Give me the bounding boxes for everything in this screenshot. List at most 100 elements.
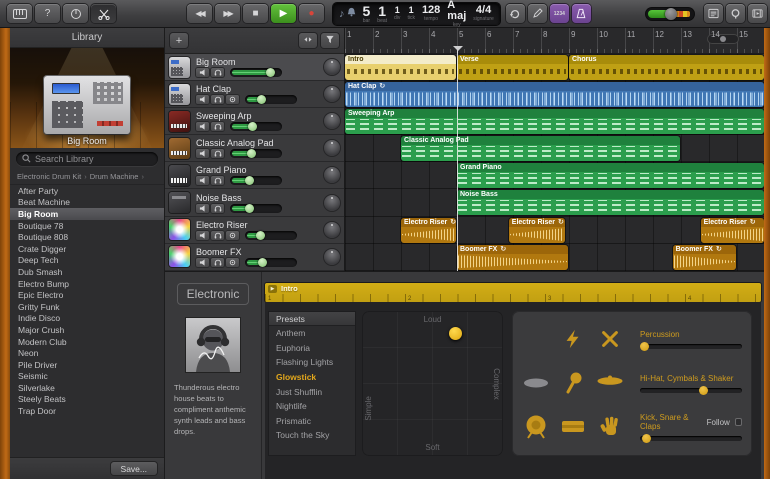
- library-item[interactable]: Trap Door: [10, 405, 164, 417]
- instrument-amount-slider[interactable]: [640, 434, 742, 443]
- solo-button[interactable]: [211, 203, 224, 213]
- editors-button[interactable]: [91, 4, 116, 23]
- library-item[interactable]: Indie Disco: [10, 313, 164, 325]
- breadcrumb-item[interactable]: Drum Machine: [90, 172, 139, 181]
- track-header[interactable]: Hat Clap: [165, 81, 344, 109]
- region-chorus[interactable]: Chorus: [569, 55, 764, 80]
- library-item[interactable]: Silverlake: [10, 382, 164, 394]
- library-item[interactable]: After Party: [10, 185, 164, 197]
- mute-button[interactable]: [196, 122, 209, 132]
- preset-item[interactable]: Touch the Sky: [269, 428, 355, 443]
- pan-knob[interactable]: [324, 113, 340, 130]
- library-item[interactable]: Beat Machine: [10, 197, 164, 209]
- playhead[interactable]: [453, 46, 463, 271]
- preset-item[interactable]: Just Shufflin: [269, 384, 355, 399]
- count-in-button[interactable]: 1234: [549, 4, 569, 23]
- drumsticks-icon[interactable]: [596, 328, 624, 350]
- solo-button[interactable]: [211, 122, 224, 132]
- drummer-genre-button[interactable]: Electronic: [176, 283, 250, 305]
- track-volume-slider[interactable]: [230, 203, 282, 213]
- pan-knob[interactable]: [324, 248, 340, 265]
- solo-button[interactable]: [211, 68, 224, 78]
- region-sweeping-arp[interactable]: Sweeping Arp: [345, 109, 764, 135]
- region-hat-clap[interactable]: Hat Clap ↻: [345, 82, 764, 108]
- pan-knob[interactable]: [324, 140, 340, 157]
- catch-playhead-button[interactable]: [299, 33, 317, 48]
- mute-button[interactable]: [196, 257, 209, 267]
- library-item[interactable]: Steely Beats: [10, 394, 164, 406]
- region-boomer-fx[interactable]: Boomer FX ↻: [457, 244, 568, 270]
- track-volume-slider[interactable]: [230, 176, 282, 186]
- timeline-ruler[interactable]: 1 2 3 4 5 6 7 8 9 10 11 12 13 14 15: [345, 28, 764, 54]
- record-button[interactable]: ●: [299, 4, 324, 23]
- play-button[interactable]: ▶: [271, 4, 296, 23]
- cymbal-icon[interactable]: [596, 373, 624, 393]
- preset-item[interactable]: Prismatic: [269, 414, 355, 429]
- library-item[interactable]: Major Crush: [10, 324, 164, 336]
- track-header[interactable]: Classic Analog Pad: [165, 135, 344, 163]
- library-item[interactable]: Boutique 78: [10, 220, 164, 232]
- track-filter-button[interactable]: [321, 33, 339, 48]
- editor-play-icon[interactable]: ▶: [268, 285, 277, 293]
- lcd-field-tempo[interactable]: 128 tempo: [422, 5, 440, 22]
- snare-icon[interactable]: [559, 417, 587, 437]
- track-header[interactable]: Noise Bass: [165, 189, 344, 217]
- track-volume-slider[interactable]: [230, 68, 282, 78]
- region-classic-analog-pad[interactable]: Classic Analog Pad: [401, 136, 680, 162]
- track-volume-slider[interactable]: [245, 257, 297, 267]
- lcd-mode-icons[interactable]: ♪: [339, 7, 356, 20]
- lcd-field-div[interactable]: 1 div: [394, 6, 400, 21]
- library-item[interactable]: Electro Bump: [10, 278, 164, 290]
- lcd-field-bar[interactable]: 5 bar: [363, 4, 371, 24]
- notepad-button[interactable]: [704, 4, 723, 23]
- library-item[interactable]: Boutique 808: [10, 231, 164, 243]
- pan-knob[interactable]: [324, 59, 340, 76]
- region-grand-piano[interactable]: Grand Piano: [457, 163, 764, 189]
- metronome-button[interactable]: [571, 4, 591, 23]
- solo-button[interactable]: [211, 230, 224, 240]
- search-input[interactable]: Search Library: [16, 152, 158, 166]
- region-noise-bass[interactable]: Noise Bass: [457, 190, 764, 216]
- loop-browser-button[interactable]: [726, 4, 745, 23]
- mute-button[interactable]: [196, 149, 209, 159]
- drummer-xy-pad[interactable]: Loud Soft Simple Complex: [362, 311, 503, 456]
- follow-checkbox[interactable]: [734, 418, 742, 426]
- track-header[interactable]: Sweeping Arp: [165, 108, 344, 136]
- input-monitor-button[interactable]: [226, 257, 239, 267]
- library-item[interactable]: Gritty Funk: [10, 301, 164, 313]
- pan-knob[interactable]: [324, 167, 340, 184]
- lcd-field-key[interactable]: A maj key: [447, 0, 466, 28]
- track-header[interactable]: Big Room: [165, 54, 344, 82]
- cycle-button[interactable]: [505, 4, 525, 23]
- solo-button[interactable]: [211, 95, 224, 105]
- library-item[interactable]: Seismic: [10, 371, 164, 383]
- preset-item[interactable]: Euphoria: [269, 341, 355, 356]
- instrument-amount-slider[interactable]: [640, 385, 742, 395]
- pan-knob[interactable]: [324, 86, 340, 103]
- lcd-field-tick[interactable]: 1 tick: [407, 6, 415, 21]
- breadcrumb[interactable]: Electronic Drum Kit › Drum Machine ›: [10, 170, 164, 185]
- region-electro-riser[interactable]: Electro Riser ↻: [401, 217, 456, 243]
- mute-button[interactable]: [196, 68, 209, 78]
- add-track-button[interactable]: +: [170, 33, 188, 48]
- input-monitor-button[interactable]: [226, 230, 239, 240]
- library-item[interactable]: Big Room: [10, 208, 164, 220]
- hihat-icon[interactable]: [522, 374, 550, 392]
- region-verse[interactable]: Verse: [457, 55, 568, 80]
- track-header[interactable]: Electro Riser: [165, 216, 344, 244]
- pan-knob[interactable]: [324, 194, 340, 211]
- master-volume-thumb[interactable]: [664, 7, 677, 20]
- draw-button[interactable]: [527, 4, 547, 23]
- mute-button[interactable]: [196, 95, 209, 105]
- library-item[interactable]: Dub Smash: [10, 266, 164, 278]
- region-electro-riser[interactable]: Electro Riser ↻: [700, 217, 764, 243]
- quick-help-button[interactable]: ?: [35, 4, 60, 23]
- instrument-amount-slider[interactable]: [640, 341, 742, 351]
- track-header[interactable]: Grand Piano: [165, 162, 344, 190]
- shaker-icon[interactable]: [559, 371, 587, 395]
- stop-button[interactable]: ■: [243, 4, 268, 23]
- master-volume-slider[interactable]: [645, 7, 694, 20]
- mute-button[interactable]: [196, 203, 209, 213]
- preset-item[interactable]: Anthem: [269, 326, 355, 341]
- region-electro-riser[interactable]: Electro Riser ↻: [508, 217, 566, 243]
